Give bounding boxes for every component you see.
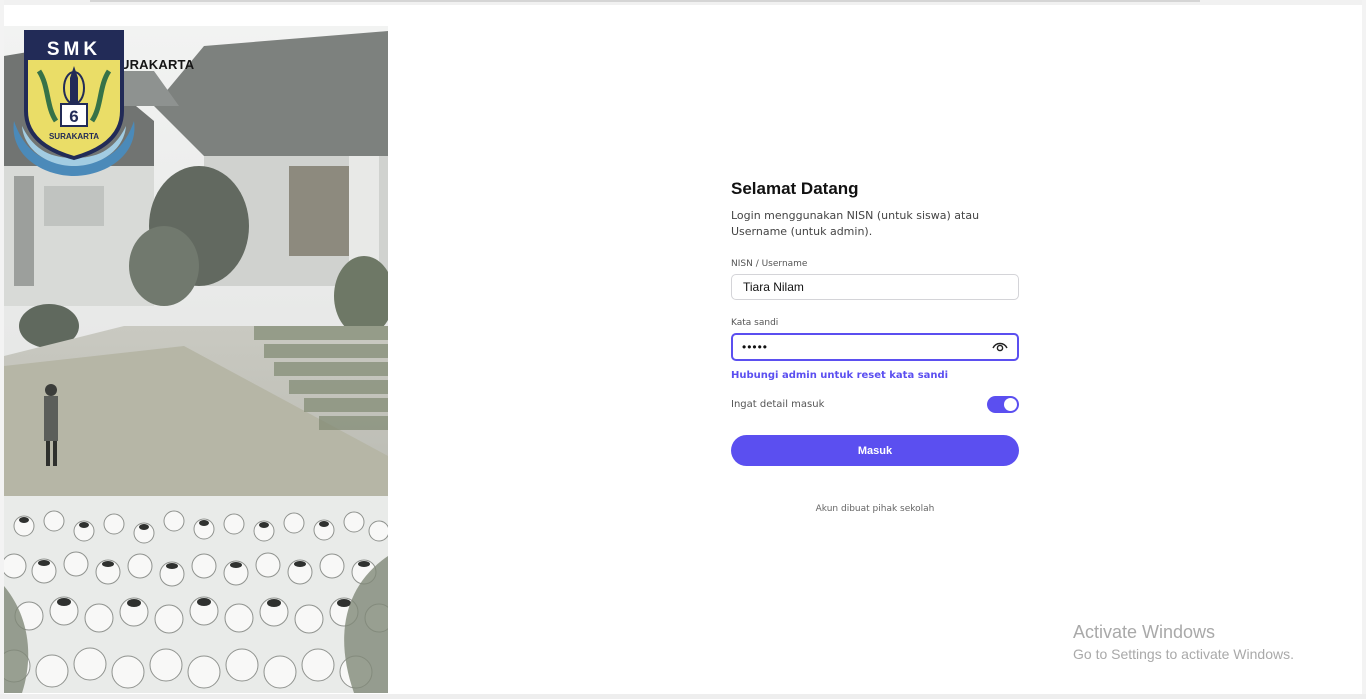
toggle-knob xyxy=(1004,397,1017,411)
footnote: Akun dibuat pihak sekolah xyxy=(815,504,935,514)
remember-toggle[interactable] xyxy=(987,395,1019,413)
login-form: Selamat Datang Login menggunakan NISN (u… xyxy=(731,178,1019,514)
eye-icon[interactable] xyxy=(992,341,1008,353)
username-value: Tiara Nilam xyxy=(743,280,804,294)
hero-image-panel: SMKN 6 SURAKARTA SMK 6 SURAKARTA xyxy=(4,26,388,693)
login-button[interactable]: Masuk xyxy=(731,435,1019,466)
page-title: Selamat Datang xyxy=(731,179,859,198)
username-input[interactable]: Tiara Nilam xyxy=(731,274,1019,300)
watermark-title: Activate Windows xyxy=(1073,622,1216,642)
password-input[interactable]: ••••• xyxy=(731,333,1019,361)
password-label: Kata sandi xyxy=(731,318,779,328)
window-right-edge xyxy=(1362,0,1366,699)
window-top-bar xyxy=(0,0,1366,5)
remember-label: Ingat detail masuk xyxy=(731,398,825,410)
emblem-top-text: SMK xyxy=(47,39,101,60)
windows-activation-watermark: Activate Windows Go to Settings to activ… xyxy=(1073,621,1294,664)
emblem-bottom-text: SURAKARTA xyxy=(49,132,99,141)
window-bottom-bar xyxy=(0,694,1366,699)
page-subtitle: Login menggunakan NISN (untuk siswa) ata… xyxy=(731,209,980,238)
watermark-subtitle: Go to Settings to activate Windows. xyxy=(1073,646,1294,662)
password-value: ••••• xyxy=(742,340,769,354)
emblem-number: 6 xyxy=(69,107,78,126)
school-emblem-icon: SMK 6 SURAKARTA xyxy=(13,30,135,176)
reset-password-link[interactable]: Hubungi admin untuk reset kata sandi xyxy=(731,370,1019,381)
scroll-indicator xyxy=(90,0,1200,2)
username-label: NISN / Username xyxy=(731,259,808,269)
remember-row: Ingat detail masuk xyxy=(731,395,1019,413)
